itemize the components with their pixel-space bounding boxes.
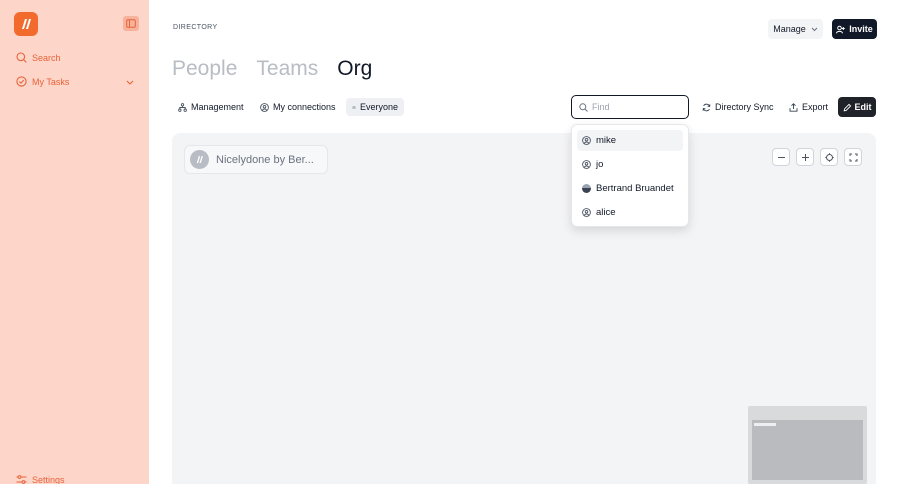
person-circle-icon bbox=[582, 160, 591, 169]
breadcrumb: DIRECTORY bbox=[173, 24, 218, 31]
expand-icon bbox=[849, 153, 857, 161]
person-circle-icon bbox=[582, 208, 591, 217]
filter-management[interactable]: Management bbox=[172, 98, 250, 116]
tab-org[interactable]: Org bbox=[337, 57, 372, 81]
org-chart-root-node[interactable]: Nicelydone by Ber... bbox=[184, 145, 328, 174]
sidebar-item-my-tasks[interactable]: My Tasks bbox=[16, 76, 134, 87]
tab-people[interactable]: People bbox=[172, 57, 237, 81]
suggestion-item[interactable]: mike bbox=[577, 130, 683, 151]
find-field[interactable] bbox=[571, 95, 689, 119]
sidebar-item-search[interactable]: Search bbox=[16, 52, 61, 63]
group-icon bbox=[352, 105, 356, 109]
export-button[interactable]: Export bbox=[789, 98, 828, 116]
sync-icon bbox=[702, 103, 711, 111]
suggestion-item[interactable]: Bertrand Bruandet bbox=[577, 178, 683, 199]
fullscreen-button[interactable] bbox=[844, 148, 862, 166]
sidebar-item-label: My Tasks bbox=[32, 76, 70, 87]
collapse-sidebar-button[interactable] bbox=[123, 16, 139, 31]
manage-label: Manage bbox=[773, 24, 806, 34]
suggestion-label: Bertrand Bruandet bbox=[596, 183, 674, 194]
edit-button[interactable]: Edit bbox=[838, 97, 876, 117]
logo-mark-icon bbox=[196, 156, 203, 163]
export-label: Export bbox=[802, 102, 829, 112]
logo-mark-icon bbox=[22, 19, 31, 29]
app-logo[interactable] bbox=[14, 12, 38, 36]
crosshair-icon bbox=[824, 152, 834, 162]
node-name: Nicelydone by Ber... bbox=[216, 153, 314, 166]
filter-my-connections[interactable]: My connections bbox=[254, 98, 342, 116]
sidebar-toggle-icon bbox=[126, 19, 136, 28]
person-circle-icon bbox=[260, 102, 269, 112]
directory-sync-button[interactable]: Directory Sync bbox=[702, 98, 774, 116]
hierarchy-icon bbox=[178, 102, 187, 112]
sidebar-item-label: Settings bbox=[32, 474, 65, 484]
directory-sync-label: Directory Sync bbox=[715, 102, 774, 112]
check-circle-icon bbox=[16, 76, 27, 87]
chevron-down-icon[interactable] bbox=[126, 77, 134, 87]
minimap-viewport[interactable] bbox=[752, 420, 863, 480]
pencil-icon bbox=[843, 103, 851, 111]
filter-label: Management bbox=[191, 102, 244, 112]
plus-icon bbox=[801, 153, 809, 161]
sidebar-item-label: Search bbox=[32, 52, 61, 63]
suggestion-label: alice bbox=[596, 207, 616, 218]
chevron-down-icon bbox=[811, 24, 818, 34]
minimap[interactable] bbox=[748, 406, 867, 484]
find-suggestions-dropdown: mike jo Bertrand Bruandet alice bbox=[571, 124, 689, 227]
avatar bbox=[190, 150, 209, 169]
tab-teams[interactable]: Teams bbox=[256, 57, 318, 81]
manage-button[interactable]: Manage bbox=[768, 19, 823, 39]
search-icon bbox=[579, 102, 588, 112]
sliders-icon bbox=[16, 474, 27, 484]
suggestion-label: mike bbox=[596, 135, 617, 146]
filter-everyone[interactable]: Everyone bbox=[346, 98, 404, 116]
invite-button[interactable]: Invite bbox=[832, 19, 877, 39]
invite-label: Invite bbox=[849, 24, 873, 34]
zoom-out-button[interactable] bbox=[772, 148, 790, 166]
suggestion-label: jo bbox=[596, 159, 604, 170]
suggestion-item[interactable]: jo bbox=[577, 154, 683, 175]
filter-label: Everyone bbox=[359, 102, 398, 112]
find-input[interactable] bbox=[592, 102, 682, 112]
minus-icon bbox=[777, 156, 785, 158]
upload-icon bbox=[789, 102, 798, 112]
suggestion-item[interactable]: alice bbox=[577, 202, 683, 223]
filter-label: My connections bbox=[273, 102, 336, 112]
add-user-icon bbox=[836, 25, 846, 33]
zoom-in-button[interactable] bbox=[796, 148, 814, 166]
search-icon bbox=[16, 52, 27, 63]
sidebar-item-settings[interactable]: Settings bbox=[16, 474, 65, 484]
directory-tabs: People Teams Org bbox=[172, 57, 391, 81]
sidebar: Search My Tasks Settings bbox=[0, 0, 149, 484]
minimap-node bbox=[754, 423, 776, 426]
person-circle-icon bbox=[582, 136, 591, 145]
edit-label: Edit bbox=[854, 102, 872, 112]
recenter-button[interactable] bbox=[820, 148, 838, 166]
avatar bbox=[582, 184, 591, 193]
